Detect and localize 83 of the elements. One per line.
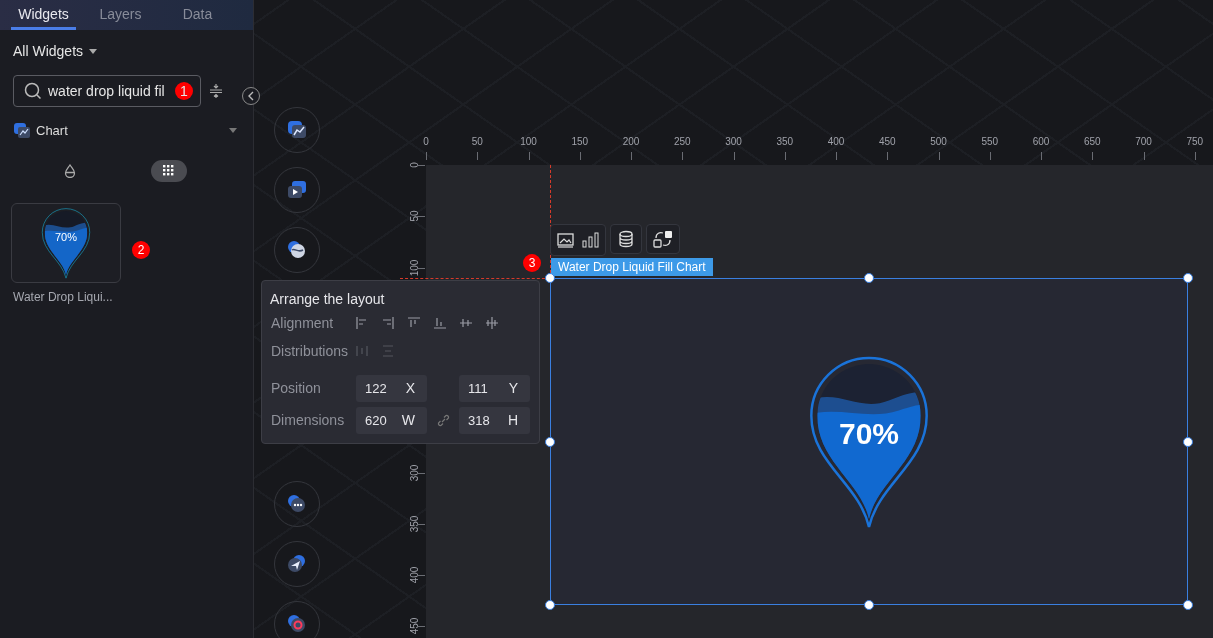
percent-value: 70% <box>54 231 78 244</box>
search-field[interactable]: water drop liquid fil 1 <box>13 75 201 107</box>
chart-icon <box>286 119 308 141</box>
video-icon <box>286 179 308 201</box>
chat-icon <box>286 493 308 515</box>
resize-handle[interactable] <box>864 600 874 610</box>
align-left-icon[interactable] <box>356 317 368 329</box>
ruler-label: 650 <box>1082 136 1102 147</box>
ruler-label: 200 <box>621 136 641 147</box>
caret-icon <box>89 48 98 54</box>
water-drop-drawing <box>41 207 91 279</box>
field-label: Alignment <box>271 315 335 331</box>
field-label: Distributions <box>271 343 350 359</box>
ruler-label: 300 <box>724 136 743 147</box>
panel-tab[interactable]: Layers <box>88 0 153 30</box>
ruler-label: 300 <box>407 463 421 483</box>
ruler-label: 0 <box>422 136 430 147</box>
field-label: Dimensions <box>271 412 346 428</box>
ruler-label: 400 <box>826 136 846 147</box>
field-label: Position <box>271 380 322 396</box>
bar-chart-icon[interactable] <box>582 232 599 248</box>
view-toggle[interactable] <box>151 160 187 182</box>
number-field[interactable]: 620 W <box>356 406 427 434</box>
ruler-label: 700 <box>1134 136 1153 147</box>
ruler-label: 100 <box>519 136 538 147</box>
callout-badge: 1 <box>175 82 193 100</box>
category-title[interactable]: Chart <box>36 123 223 138</box>
ruler-label: 400 <box>407 565 421 586</box>
ruler-label: 50 <box>470 136 484 147</box>
collapse-button[interactable] <box>242 87 260 105</box>
resize-handle[interactable] <box>864 273 874 283</box>
ruler-label: 250 <box>672 136 692 147</box>
ruler-label: 550 <box>980 136 1000 147</box>
ruler-label: 450 <box>407 616 421 637</box>
switch-button[interactable] <box>646 224 680 254</box>
chevron-left-icon <box>247 91 255 101</box>
align-bottom-icon[interactable] <box>434 317 446 329</box>
widget-card[interactable]: 70% <box>11 203 121 283</box>
align-top-icon[interactable] <box>408 317 420 329</box>
widget-filter[interactable]: All Widgets <box>13 43 84 59</box>
percent-value: 70% <box>837 417 900 451</box>
search-icon <box>24 82 42 100</box>
ruler-label: 750 <box>1185 136 1205 147</box>
ruler-label: 100 <box>407 258 421 278</box>
panel-tab[interactable]: Data <box>165 0 230 30</box>
globe-icon <box>286 239 308 261</box>
number-field[interactable]: 122 X <box>356 374 427 402</box>
widget-name: Water Drop Liqui... <box>13 290 114 304</box>
panel-title: Arrange the layout <box>270 291 386 307</box>
ruler-label: 350 <box>775 136 795 147</box>
ruler-label: 150 <box>570 136 590 147</box>
drop-icon <box>64 164 76 178</box>
caret-icon <box>229 128 237 133</box>
resize-handle[interactable] <box>545 273 555 283</box>
resize-handle[interactable] <box>545 436 555 447</box>
ruler-label: 600 <box>1031 136 1051 147</box>
filter-icon[interactable] <box>209 83 223 99</box>
resize-handle[interactable] <box>545 600 555 610</box>
chart-icon <box>14 123 30 138</box>
number-field[interactable]: 111 Y <box>459 374 530 402</box>
ruler-label: 50 <box>407 209 421 224</box>
ruler-label: 450 <box>877 136 897 147</box>
grid-icon <box>163 165 175 177</box>
align-right-icon[interactable] <box>382 317 394 329</box>
ruler-label: 500 <box>929 136 948 147</box>
resize-handle[interactable] <box>1183 600 1193 610</box>
ring-icon <box>286 613 308 635</box>
panel-tab[interactable]: Widgets <box>11 0 76 30</box>
database-icon <box>617 230 635 248</box>
align-middle-icon[interactable] <box>460 317 472 329</box>
send-icon <box>286 553 308 575</box>
align-center-icon[interactable] <box>486 317 498 329</box>
resize-handle[interactable] <box>1183 436 1193 447</box>
widget-label: Water Drop Liquid Fill Chart <box>551 258 713 276</box>
swap-icon <box>653 230 673 248</box>
number-field[interactable]: 318 H <box>459 406 530 434</box>
link-icon[interactable] <box>435 412 451 428</box>
callout-badge: 2 <box>132 241 150 259</box>
selected-widget[interactable]: 70% <box>550 278 1188 605</box>
resize-handle[interactable] <box>1183 273 1193 283</box>
data-button[interactable] <box>610 224 642 254</box>
ruler-label: 350 <box>407 514 421 535</box>
image-icon[interactable] <box>557 232 574 248</box>
